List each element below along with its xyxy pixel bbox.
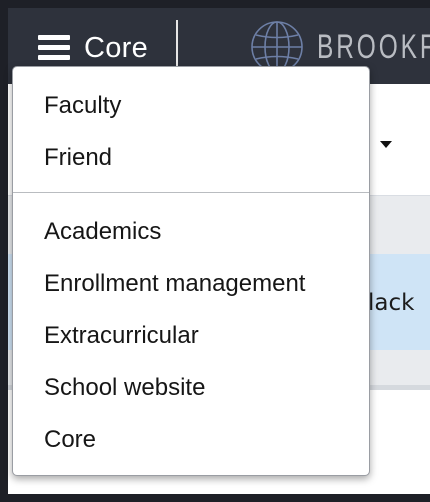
caret-down-icon[interactable] <box>380 141 392 148</box>
highlighted-row-text: lack <box>368 290 415 316</box>
menu-item-academics[interactable]: Academics <box>44 217 161 247</box>
core-menu-button-label: Core <box>84 31 149 64</box>
menu-item-extracurricular[interactable]: Extracurricular <box>44 321 199 351</box>
menu-item-faculty[interactable]: Faculty <box>44 91 121 121</box>
core-dropdown-menu: Faculty Friend Academics Enrollment mana… <box>12 66 370 476</box>
menu-item-friend[interactable]: Friend <box>44 143 112 173</box>
hamburger-icon <box>38 35 70 61</box>
header-divider <box>176 20 178 72</box>
menu-item-core[interactable]: Core <box>44 425 96 455</box>
menu-item-school-website[interactable]: School website <box>44 373 205 403</box>
menu-divider <box>13 192 369 193</box>
core-menu-button[interactable]: Core <box>38 26 148 70</box>
logo-text: BROOKFI <box>317 27 430 66</box>
menu-item-enrollment-management[interactable]: Enrollment management <box>44 269 305 299</box>
